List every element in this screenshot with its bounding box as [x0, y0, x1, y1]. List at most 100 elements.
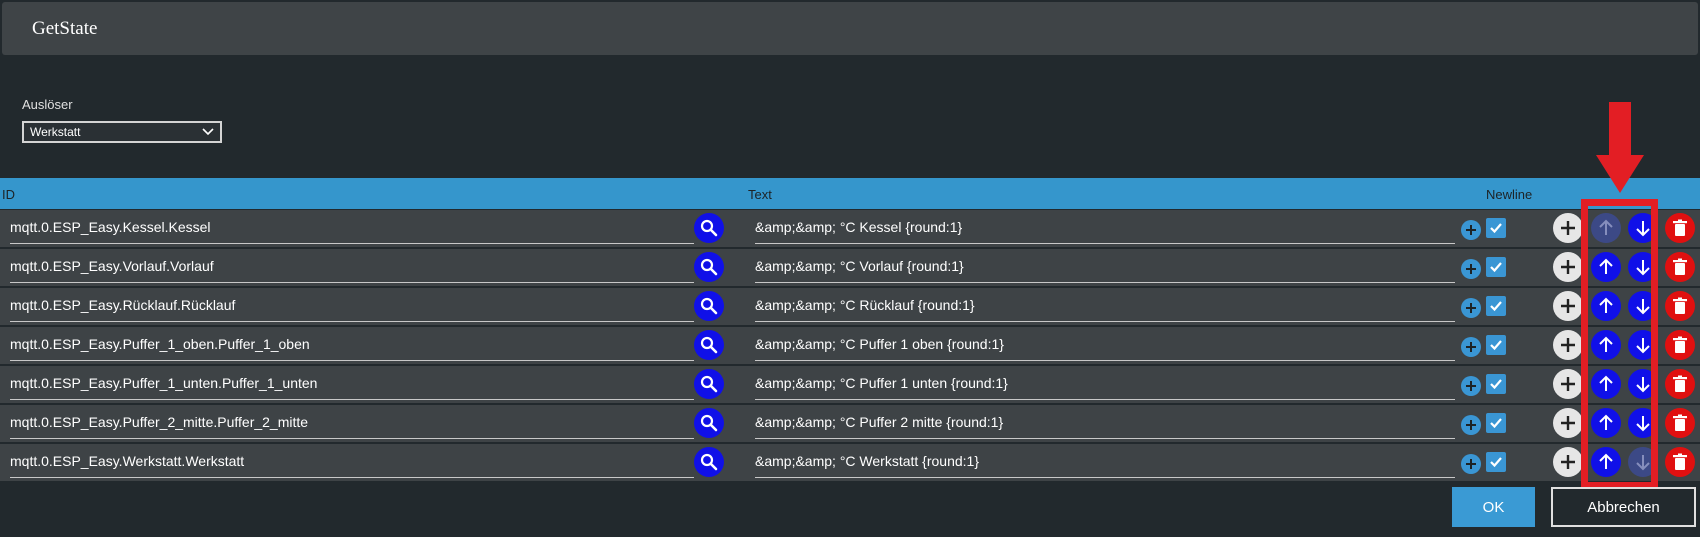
- newline-checkbox[interactable]: [1486, 296, 1506, 316]
- trigger-label: Auslöser: [22, 97, 73, 112]
- move-up-button[interactable]: [1591, 330, 1621, 360]
- move-down-button[interactable]: [1628, 213, 1658, 243]
- move-up-button[interactable]: [1591, 369, 1621, 399]
- trigger-select[interactable]: Werkstatt: [22, 121, 222, 143]
- arrow-up-icon: [1599, 453, 1613, 469]
- move-down-button[interactable]: [1628, 291, 1658, 321]
- newline-checkbox[interactable]: [1486, 335, 1506, 355]
- plus-icon: [1466, 381, 1476, 391]
- arrow-up-icon: [1599, 414, 1613, 430]
- add-row-button[interactable]: [1553, 447, 1583, 477]
- text-input[interactable]: &amp;&amp; °C Rücklauf {round:1}: [755, 288, 1455, 322]
- move-up-button[interactable]: [1591, 447, 1621, 477]
- trash-icon: [1673, 258, 1687, 275]
- text-input[interactable]: &amp;&amp; °C Puffer 1 oben {round:1}: [755, 327, 1455, 361]
- text-input[interactable]: &amp;&amp; °C Kessel {round:1}: [755, 210, 1455, 244]
- move-down-button[interactable]: [1628, 252, 1658, 282]
- id-input[interactable]: mqtt.0.ESP_Easy.Werkstatt.Werkstatt: [10, 444, 694, 478]
- plus-icon: [1561, 338, 1575, 352]
- delete-row-button[interactable]: [1665, 330, 1695, 360]
- move-up-button[interactable]: [1591, 213, 1621, 243]
- id-input[interactable]: mqtt.0.ESP_Easy.Rücklauf.Rücklauf: [10, 288, 694, 322]
- select-id-button[interactable]: [694, 252, 724, 282]
- id-input[interactable]: mqtt.0.ESP_Easy.Kessel.Kessel: [10, 210, 694, 244]
- move-up-button[interactable]: [1591, 252, 1621, 282]
- check-icon: [1490, 223, 1502, 234]
- select-id-button[interactable]: [694, 369, 724, 399]
- select-id-button[interactable]: [694, 213, 724, 243]
- newline-checkbox[interactable]: [1486, 374, 1506, 394]
- id-input[interactable]: mqtt.0.ESP_Easy.Vorlauf.Vorlauf: [10, 249, 694, 283]
- column-header-id: ID: [2, 187, 15, 202]
- annotation-arrow-head: [1596, 155, 1644, 193]
- newline-checkbox[interactable]: [1486, 257, 1506, 277]
- move-up-button[interactable]: [1591, 408, 1621, 438]
- check-icon: [1490, 340, 1502, 351]
- text-input[interactable]: &amp;&amp; °C Puffer 1 unten {round:1}: [755, 366, 1455, 400]
- table-row: mqtt.0.ESP_Easy.Rücklauf.Rücklauf &amp;&a…: [0, 288, 1700, 325]
- text-input[interactable]: &amp;&amp; °C Werkstatt {round:1}: [755, 444, 1455, 478]
- cancel-button[interactable]: Abbrechen: [1551, 487, 1696, 527]
- delete-row-button[interactable]: [1665, 252, 1695, 282]
- delete-row-button[interactable]: [1665, 213, 1695, 243]
- insert-placeholder-button[interactable]: [1461, 337, 1481, 357]
- plus-icon: [1561, 416, 1575, 430]
- delete-row-button[interactable]: [1665, 291, 1695, 321]
- newline-checkbox[interactable]: [1486, 452, 1506, 472]
- arrow-up-icon: [1599, 258, 1613, 274]
- id-input[interactable]: mqtt.0.ESP_Easy.Puffer_1_oben.Puffer_1_o…: [10, 327, 694, 361]
- arrow-down-icon: [1636, 377, 1650, 393]
- plus-icon: [1466, 303, 1476, 313]
- plus-icon: [1561, 299, 1575, 313]
- search-icon: [700, 375, 718, 393]
- delete-row-button[interactable]: [1665, 408, 1695, 438]
- search-icon: [700, 336, 718, 354]
- check-icon: [1490, 301, 1502, 312]
- trash-icon: [1673, 219, 1687, 236]
- move-down-button[interactable]: [1628, 330, 1658, 360]
- insert-placeholder-button[interactable]: [1461, 220, 1481, 240]
- move-up-button[interactable]: [1591, 291, 1621, 321]
- check-icon: [1490, 379, 1502, 390]
- text-input[interactable]: &amp;&amp; °C Vorlauf {round:1}: [755, 249, 1455, 283]
- check-icon: [1490, 418, 1502, 429]
- move-down-button[interactable]: [1628, 408, 1658, 438]
- table-body: mqtt.0.ESP_Easy.Kessel.Kessel &amp;&amp; …: [0, 210, 1700, 483]
- trash-icon: [1673, 297, 1687, 314]
- move-down-button[interactable]: [1628, 447, 1658, 477]
- add-row-button[interactable]: [1553, 291, 1583, 321]
- check-icon: [1490, 262, 1502, 273]
- column-header-text: Text: [748, 187, 772, 202]
- insert-placeholder-button[interactable]: [1461, 415, 1481, 435]
- plus-icon: [1466, 342, 1476, 352]
- insert-placeholder-button[interactable]: [1461, 298, 1481, 318]
- insert-placeholder-button[interactable]: [1461, 259, 1481, 279]
- add-row-button[interactable]: [1553, 330, 1583, 360]
- arrow-up-icon: [1599, 336, 1613, 352]
- id-input[interactable]: mqtt.0.ESP_Easy.Puffer_1_unten.Puffer_1_…: [10, 366, 694, 400]
- select-id-button[interactable]: [694, 330, 724, 360]
- newline-checkbox[interactable]: [1486, 218, 1506, 238]
- id-input[interactable]: mqtt.0.ESP_Easy.Puffer_2_mitte.Puffer_2_…: [10, 405, 694, 439]
- arrow-down-icon: [1636, 221, 1650, 237]
- search-icon: [700, 258, 718, 276]
- delete-row-button[interactable]: [1665, 447, 1695, 477]
- select-id-button[interactable]: [694, 408, 724, 438]
- insert-placeholder-button[interactable]: [1461, 454, 1481, 474]
- check-icon: [1490, 457, 1502, 468]
- select-id-button[interactable]: [694, 447, 724, 477]
- delete-row-button[interactable]: [1665, 369, 1695, 399]
- add-row-button[interactable]: [1553, 369, 1583, 399]
- text-input[interactable]: &amp;&amp; °C Puffer 2 mitte {round:1}: [755, 405, 1455, 439]
- select-id-button[interactable]: [694, 291, 724, 321]
- add-row-button[interactable]: [1553, 213, 1583, 243]
- newline-checkbox[interactable]: [1486, 413, 1506, 433]
- add-row-button[interactable]: [1553, 252, 1583, 282]
- move-down-button[interactable]: [1628, 369, 1658, 399]
- table-row: mqtt.0.ESP_Easy.Puffer_1_unten.Puffer_1_…: [0, 366, 1700, 403]
- insert-placeholder-button[interactable]: [1461, 376, 1481, 396]
- plus-icon: [1466, 225, 1476, 235]
- ok-button[interactable]: OK: [1452, 487, 1535, 527]
- add-row-button[interactable]: [1553, 408, 1583, 438]
- plus-icon: [1561, 455, 1575, 469]
